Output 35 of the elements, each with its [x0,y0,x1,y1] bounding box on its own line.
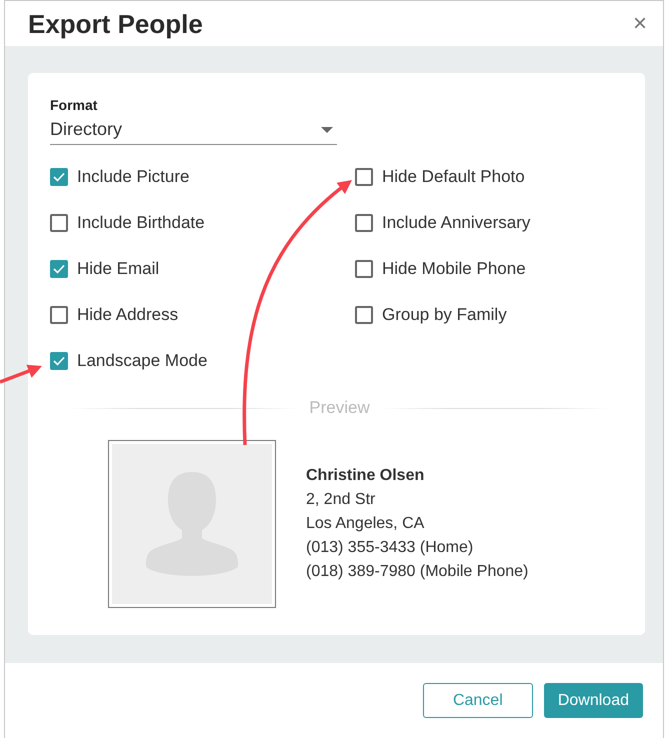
checkbox[interactable] [50,260,68,278]
caret-icon [321,126,333,132]
contact-detail: (013) 355-3433 (Home) [306,539,474,557]
checkbox-label: Include Anniversary [382,213,530,233]
checkbox-label: Include Picture [77,167,190,187]
checkbox[interactable] [355,168,373,186]
checkbox[interactable] [50,214,68,232]
checkbox-label: Hide Mobile Phone [382,259,526,279]
checkbox[interactable] [355,214,373,232]
checkbox-label: Include Birthdate [77,213,205,233]
contact-detail: (018) 389-7980 (Mobile Phone) [306,563,528,581]
checkbox[interactable] [355,306,373,324]
checkbox-label: Landscape Mode [77,351,208,371]
dialog-title: Export People [28,10,203,36]
checkbox[interactable] [50,306,68,324]
format-select[interactable]: Directory [50,115,337,145]
checkmark-icon [53,264,65,274]
cancel-button[interactable]: Cancel [422,683,533,718]
checkmark-icon [53,356,65,366]
checkbox-label: Group by Family [382,305,507,325]
checkbox[interactable] [50,352,68,370]
annotation-arrow [0,364,42,384]
preview-heading: Preview [309,398,370,418]
checkbox-label: Hide Email [77,259,160,279]
checkbox-label: Hide Address [77,305,178,325]
checkmark-icon [53,172,65,182]
contact-name: Christine Olsen [306,467,426,485]
checkbox[interactable] [355,260,373,278]
close-button[interactable]: × [632,12,647,36]
contact-detail: 2, 2nd Str [306,491,376,509]
checkbox-label: Hide Default Photo [382,167,525,187]
checkbox[interactable] [50,168,68,186]
download-button[interactable]: Download [544,683,643,718]
contact-detail: Los Angeles, CA [306,515,426,533]
field-label: Format [50,97,98,113]
